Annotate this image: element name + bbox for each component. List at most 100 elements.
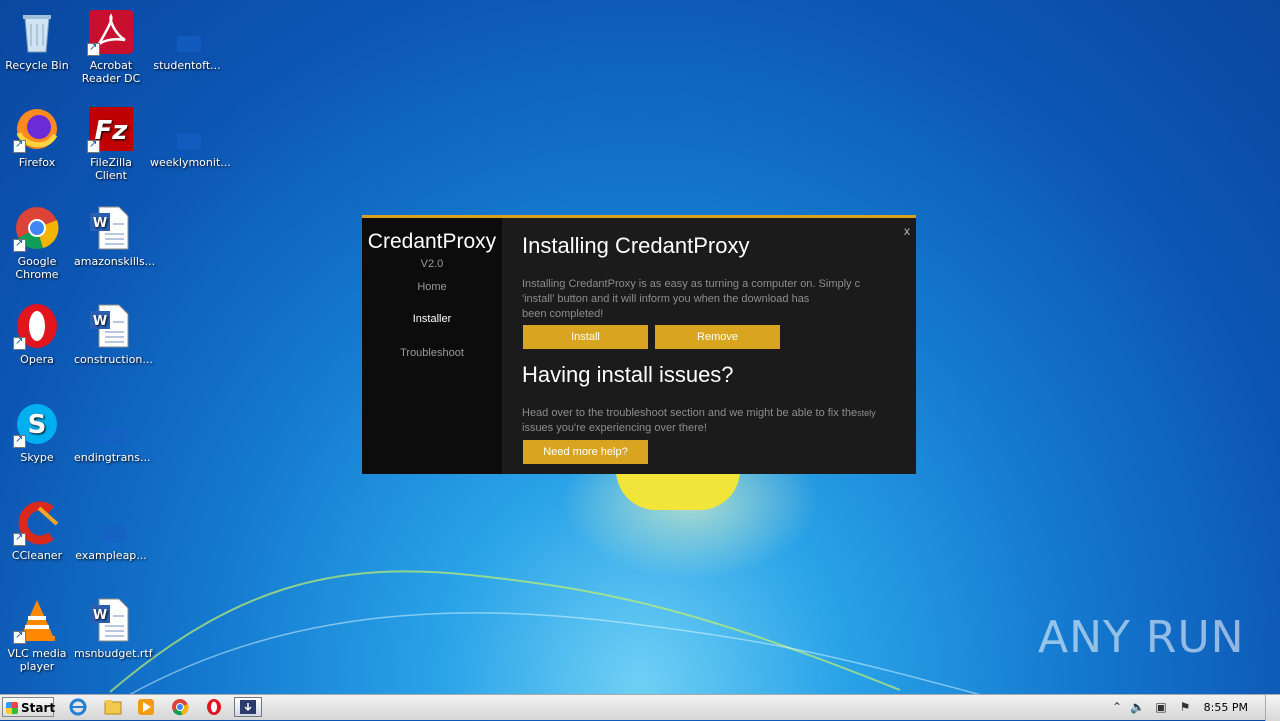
desktop-icon-label: VLC media player <box>7 647 67 673</box>
taskbar-credantproxy[interactable] <box>234 697 262 717</box>
word-doc-icon: W <box>87 302 135 350</box>
word-doc-icon: W <box>87 596 135 644</box>
svg-text:W: W <box>93 216 107 231</box>
shortcut-arrow-icon <box>87 138 100 153</box>
clock[interactable]: 8:55 PM <box>1204 701 1248 714</box>
app-title: CredantProxy <box>367 230 497 253</box>
chrome-icon <box>13 204 61 252</box>
acrobat-icon <box>87 8 135 56</box>
tray-expand-icon[interactable]: ⌃ <box>1110 700 1124 714</box>
start-label: Start <box>21 701 56 715</box>
install-text-line: 'install' button and it will inform you … <box>522 293 810 305</box>
desktop-icon-amazonskills[interactable]: W amazonskills... <box>74 204 155 268</box>
desktop-icon-label: amazonskills... <box>74 255 156 268</box>
action-center-flag-icon[interactable]: ⚑ <box>1178 700 1192 714</box>
taskbar: Start ⌃ 🔈 ▣ ⚑ 8:55 PM <box>0 694 1280 721</box>
ccleaner-icon <box>13 498 61 546</box>
desktop-icon-skype[interactable]: S Skype <box>0 400 74 464</box>
desktop-icon-exampleap[interactable]: exampleap... <box>74 498 148 562</box>
desktop-icon-label: CCleaner <box>11 549 63 562</box>
desktop-icon-label: construction... <box>74 353 153 366</box>
desktop-icon-label: Acrobat Reader DC <box>81 59 141 85</box>
nav-home[interactable]: Home <box>362 281 502 293</box>
internet-explorer-icon <box>69 698 87 716</box>
anyrun-watermark: ANY RUN <box>1038 612 1245 663</box>
vlc-icon <box>13 596 61 644</box>
install-heading: Installing CredantProxy <box>522 233 750 258</box>
taskbar-media-player[interactable] <box>132 697 160 717</box>
dialog-sidebar: CredantProxy V2.0 Home Installer Trouble… <box>362 218 502 474</box>
file-icon <box>87 498 135 546</box>
desktop-icon-label: msnbudget.rtf <box>74 647 153 660</box>
desktop-icon-label: Firefox <box>18 156 56 169</box>
filezilla-icon: Fz <box>87 105 135 153</box>
issues-description: Head over to the troubleshoot section an… <box>522 406 916 436</box>
shortcut-arrow-icon <box>13 237 26 252</box>
desktop-icon-endingtrans[interactable]: endingtrans... <box>74 400 151 464</box>
desktop-icon-chrome[interactable]: Google Chrome <box>0 204 74 281</box>
install-description: Installing CredantProxy is as easy as tu… <box>522 277 902 322</box>
installer-dialog: CredantProxy V2.0 Home Installer Trouble… <box>362 215 916 474</box>
desktop-icon-label: Opera <box>20 353 54 366</box>
desktop-icon-recycle-bin[interactable]: Recycle Bin <box>0 8 74 72</box>
desktop-icon-ccleaner[interactable]: CCleaner <box>0 498 74 562</box>
desktop-icon-label: exampleap... <box>75 549 147 562</box>
remove-button[interactable]: Remove <box>655 325 780 349</box>
dialog-content: Installing CredantProxy Installing Creda… <box>522 218 916 474</box>
desktop-icon-msnbudget[interactable]: W msnbudget.rtf <box>74 596 153 660</box>
desktop-icon-label: weeklymonit... <box>150 156 231 169</box>
shortcut-arrow-icon <box>13 433 26 448</box>
shortcut-arrow-icon <box>13 335 26 350</box>
opera-icon <box>13 302 61 350</box>
volume-icon[interactable]: 🔈 <box>1130 700 1145 714</box>
shortcut-arrow-icon <box>87 41 100 56</box>
desktop-icon-opera[interactable]: Opera <box>0 302 74 366</box>
issues-text-overflow: stely <box>857 408 876 418</box>
credantproxy-app-icon <box>240 700 256 714</box>
app-version: V2.0 <box>420 258 444 270</box>
desktop-icon-vlc[interactable]: VLC media player <box>0 596 74 673</box>
chrome-icon <box>172 699 189 716</box>
opera-icon <box>207 699 221 715</box>
media-player-icon <box>138 699 154 715</box>
desktop-icon-label: endingtrans... <box>74 451 151 464</box>
close-button[interactable]: x <box>904 224 910 238</box>
desktop-icon-acrobat[interactable]: Acrobat Reader DC <box>74 8 148 85</box>
desktop-icon-label: Skype <box>20 451 54 464</box>
nav-installer[interactable]: Installer <box>362 313 502 325</box>
desktop-icon-construction[interactable]: W construction... <box>74 302 153 366</box>
desktop-icon-label: FileZilla Client <box>90 156 132 182</box>
desktop-icon-label: studentoft... <box>153 59 221 72</box>
desktop-icon-label: Google Chrome <box>15 255 59 281</box>
nav-troubleshoot[interactable]: Troubleshoot <box>362 347 502 359</box>
install-button[interactable]: Install <box>523 325 648 349</box>
svg-text:W: W <box>93 314 107 329</box>
taskbar-explorer[interactable] <box>99 697 127 717</box>
issues-text-line: issues you're experiencing over there! <box>522 422 707 434</box>
desktop-icon-weeklymonit[interactable]: weeklymonit... <box>150 105 231 169</box>
taskbar-opera[interactable] <box>200 697 228 717</box>
word-doc-icon: W <box>87 204 135 252</box>
firefox-icon <box>13 105 61 153</box>
recycle-bin-icon <box>13 8 61 56</box>
desktop-icon-firefox[interactable]: Firefox <box>0 105 74 169</box>
svg-text:S: S <box>28 410 47 440</box>
explorer-folder-icon <box>104 700 122 715</box>
shortcut-arrow-icon <box>13 531 26 546</box>
file-icon <box>163 8 211 56</box>
taskbar-chrome[interactable] <box>166 697 194 717</box>
show-desktop-button[interactable] <box>1265 695 1280 721</box>
shortcut-arrow-icon <box>13 629 26 644</box>
need-help-button[interactable]: Need more help? <box>523 440 648 464</box>
svg-text:W: W <box>93 608 107 623</box>
taskbar-internet-explorer[interactable] <box>64 697 92 717</box>
install-text-line: Installing CredantProxy is as easy as tu… <box>522 278 861 290</box>
skype-icon: S <box>13 400 61 448</box>
file-icon <box>163 105 211 153</box>
desktop-icon-filezilla[interactable]: Fz FileZilla Client <box>74 105 148 182</box>
start-button[interactable]: Start <box>2 697 56 717</box>
desktop-icon-studentoft[interactable]: studentoft... <box>150 8 224 72</box>
network-icon[interactable]: ▣ <box>1154 700 1168 714</box>
watermark-text: ANY RUN <box>1038 612 1245 663</box>
issues-heading: Having install issues? <box>522 362 734 387</box>
